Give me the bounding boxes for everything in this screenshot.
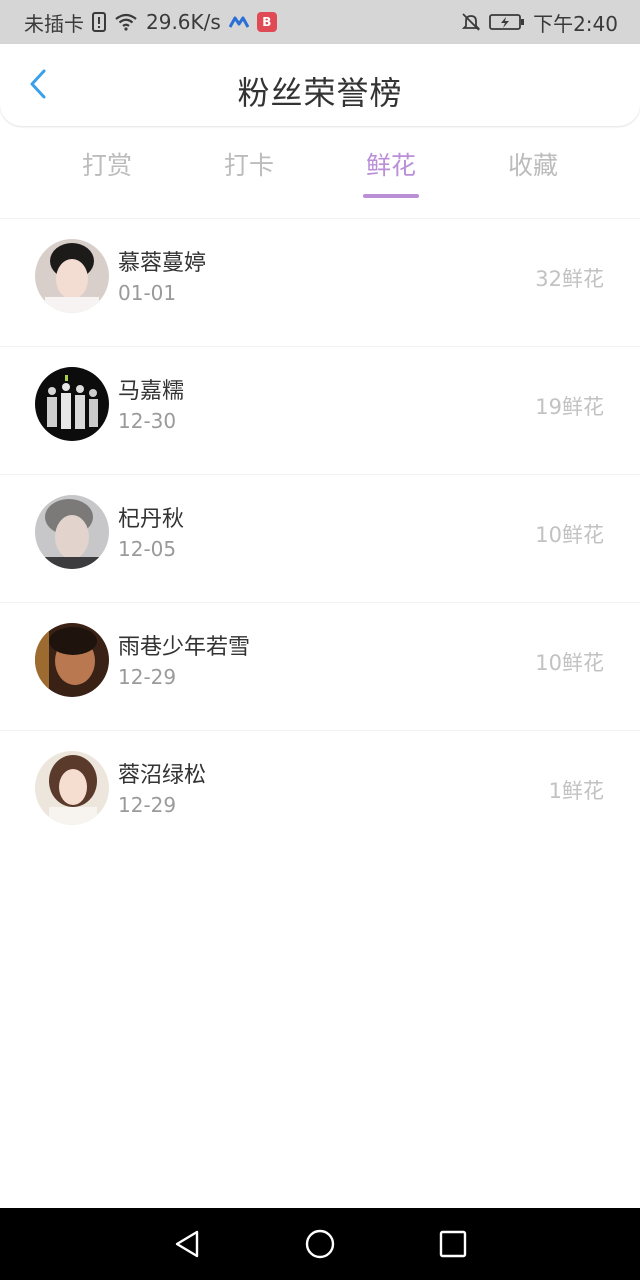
- list-item[interactable]: 慕蓉蔓婷 01-01 32鲜花: [0, 218, 640, 346]
- fan-date: 12-30: [118, 409, 177, 433]
- avatar: [35, 367, 109, 441]
- fan-date: 01-01: [118, 281, 177, 305]
- fan-date: 12-05: [118, 537, 177, 561]
- list-item[interactable]: 蓉沼绿松 12-29 1鲜花: [0, 730, 640, 858]
- tab-reward[interactable]: 打赏: [36, 140, 178, 200]
- app-notification-icon: [228, 15, 249, 29]
- app-badge-icon: B: [256, 12, 277, 32]
- avatar: [35, 495, 109, 569]
- status-bar-right: 下午2:40: [461, 8, 618, 37]
- tab-checkin[interactable]: 打卡: [178, 140, 320, 200]
- tab-label: 收藏: [507, 151, 558, 180]
- tab-label: 鲜花: [365, 151, 416, 180]
- flower-count: 1鲜花: [548, 779, 604, 803]
- app-header: 粉丝荣誉榜: [0, 44, 640, 126]
- nav-recents-button[interactable]: [423, 1214, 483, 1274]
- fan-date: 12-29: [118, 793, 177, 817]
- flower-count: 19鲜花: [535, 395, 604, 419]
- fan-name: 雨巷少年若雪: [118, 635, 251, 660]
- tab-flowers[interactable]: 鲜花: [320, 140, 462, 200]
- status-bar: 未插卡 29.6K/s B 下午2:40: [0, 0, 640, 44]
- list-item[interactable]: 雨巷少年若雪 12-29 10鲜花: [0, 602, 640, 730]
- wifi-icon: [114, 13, 138, 31]
- status-bar-left: 未插卡 29.6K/s B: [24, 8, 277, 37]
- tab-bar: 打赏 打卡 鲜花 收藏: [36, 140, 604, 200]
- back-triangle-icon: [175, 1230, 198, 1258]
- fan-name: 杞丹秋: [118, 507, 185, 532]
- carrier-label: 未插卡: [24, 11, 84, 36]
- flower-count: 10鲜花: [535, 651, 604, 675]
- bell-muted-icon: [461, 12, 481, 32]
- battery-charging-icon: [489, 13, 525, 31]
- avatar: [35, 751, 109, 825]
- fan-name: 马嘉糯: [118, 379, 185, 404]
- flower-count: 10鲜花: [535, 523, 604, 547]
- system-nav-bar: [0, 1208, 640, 1280]
- list-item[interactable]: 杞丹秋 12-05 10鲜花: [0, 474, 640, 602]
- fan-ranking-list: 慕蓉蔓婷 01-01 32鲜花 马嘉糯 12-30 19鲜花 杞丹秋 12-05…: [0, 218, 640, 858]
- fan-name: 蓉沼绿松: [118, 763, 207, 788]
- nav-back-button[interactable]: [157, 1214, 217, 1274]
- recents-square-icon: [440, 1230, 467, 1258]
- fan-date: 12-29: [118, 665, 177, 689]
- tab-favorites[interactable]: 收藏: [462, 140, 604, 200]
- avatar: [35, 239, 109, 313]
- fan-name: 慕蓉蔓婷: [118, 251, 207, 276]
- status-time: 下午2:40: [533, 11, 618, 36]
- tab-label: 打卡: [223, 151, 274, 180]
- flower-count: 32鲜花: [535, 267, 604, 291]
- network-speed: 29.6K/s: [146, 10, 221, 34]
- list-item[interactable]: 马嘉糯 12-30 19鲜花: [0, 346, 640, 474]
- home-circle-icon: [305, 1229, 335, 1259]
- tab-label: 打赏: [81, 151, 132, 180]
- page-title: 粉丝荣誉榜: [237, 74, 403, 112]
- avatar: [35, 623, 109, 697]
- sim-alert-icon: [92, 12, 106, 32]
- nav-home-button[interactable]: [290, 1214, 350, 1274]
- tab-underline: [363, 194, 419, 198]
